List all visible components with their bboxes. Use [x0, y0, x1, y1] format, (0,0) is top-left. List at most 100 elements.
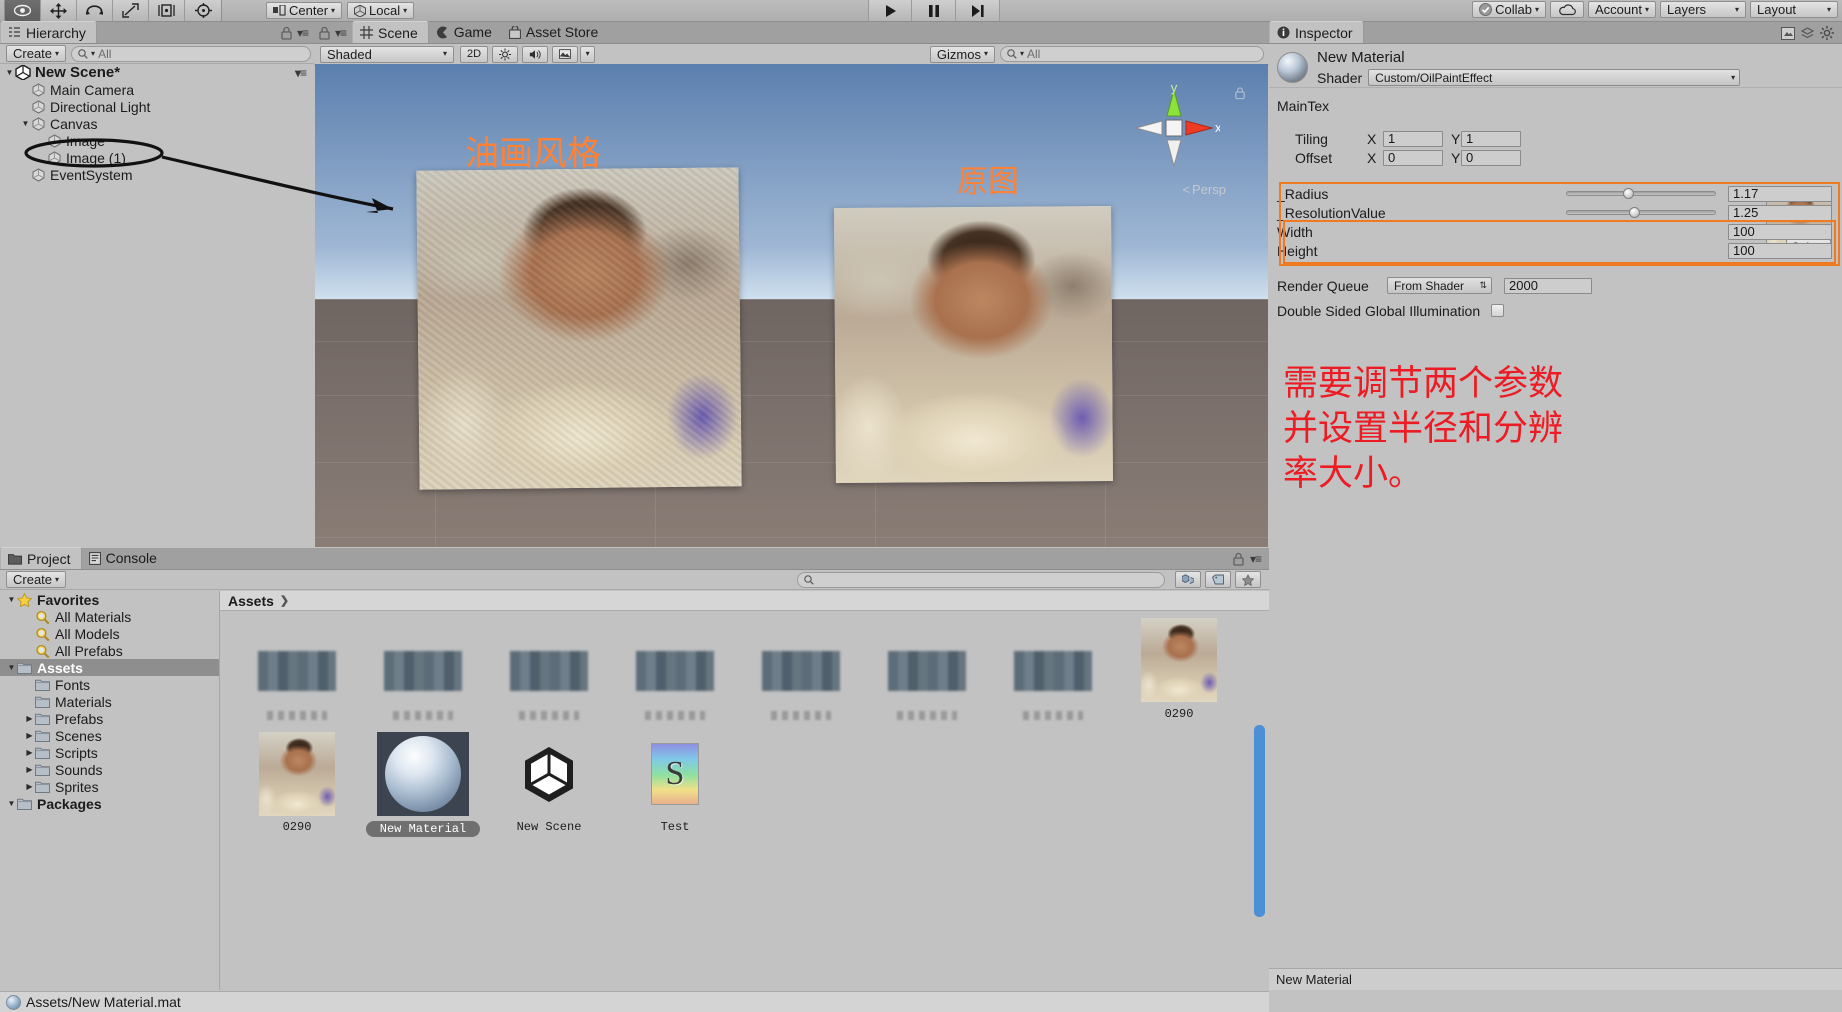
project-filter-type-button[interactable] — [1175, 571, 1201, 588]
asset-item[interactable]: New Material — [364, 731, 482, 840]
hand-tool-button[interactable] — [5, 0, 41, 21]
project-tree-item-all-materials[interactable]: All Materials — [0, 608, 219, 625]
tab-console[interactable]: Console — [82, 547, 167, 569]
play-button[interactable] — [868, 0, 912, 21]
scale-tool-button[interactable] — [113, 0, 149, 21]
gizmo-lock-icon[interactable] — [1234, 86, 1246, 100]
render-queue-value-field[interactable]: 2000 — [1504, 277, 1592, 294]
hierarchy-create-button[interactable]: Create ▾ — [6, 45, 67, 62]
hierarchy-item-canvas[interactable]: ▼ Canvas — [0, 115, 314, 132]
chevron-down-icon[interactable]: ▼ — [4, 68, 15, 77]
tab-asset-store[interactable]: Asset Store — [502, 21, 608, 43]
project-favorite-button[interactable] — [1235, 571, 1261, 588]
gear-icon[interactable] — [1820, 26, 1834, 40]
hierarchy-item-main-camera[interactable]: Main Camera — [0, 81, 314, 98]
rect-tool-button[interactable] — [149, 0, 185, 21]
project-tree-item-scenes[interactable]: ▶ Scenes — [0, 727, 219, 744]
pause-button[interactable] — [912, 0, 956, 21]
offset-x-field[interactable]: 0 — [1383, 149, 1443, 166]
preset-icon[interactable] — [1781, 26, 1795, 40]
scene-image-oilpaint[interactable] — [416, 167, 742, 490]
shader-prop-slider[interactable] — [1566, 206, 1716, 220]
step-button[interactable] — [956, 0, 1000, 21]
project-tree-item-packages[interactable]: ▼ Packages — [0, 795, 219, 812]
chevron-down-icon[interactable]: ▼ — [20, 119, 31, 128]
asset-item[interactable] — [364, 617, 482, 720]
scene-viewport[interactable]: 油画风格 原图 y x < Persp — [315, 64, 1268, 547]
chevron-icon[interactable]: ▼ — [6, 663, 17, 672]
scene-context-menu-icon[interactable]: ▾≡ — [335, 26, 347, 40]
asset-item[interactable] — [616, 617, 734, 720]
project-search-input[interactable] — [797, 571, 1165, 588]
asset-item[interactable] — [490, 617, 608, 720]
project-tree-item-favorites[interactable]: ▼ Favorites — [0, 591, 219, 608]
layers-small-icon[interactable] — [1801, 26, 1814, 40]
asset-item[interactable]: 0290 — [1120, 617, 1238, 721]
project-tree-item-sounds[interactable]: ▶ Sounds — [0, 761, 219, 778]
lock-icon[interactable] — [1232, 552, 1245, 566]
project-create-button[interactable]: Create ▾ — [6, 571, 67, 588]
scene-image-original[interactable] — [834, 206, 1113, 483]
slider-knob[interactable] — [1623, 188, 1634, 199]
scene-orientation-gizmo[interactable]: y x — [1128, 80, 1222, 174]
project-tree-item-fonts[interactable]: Fonts — [0, 676, 219, 693]
collab-button[interactable]: Collab ▾ — [1472, 1, 1546, 18]
asset-item[interactable] — [868, 617, 986, 720]
hierarchy-item-image-1[interactable]: Image (1) — [0, 149, 314, 166]
rotate-tool-button[interactable] — [77, 0, 113, 21]
shader-prop-field[interactable]: 1.17 — [1728, 185, 1832, 202]
pivot-mode-button[interactable]: Center ▾ — [266, 2, 343, 19]
chevron-icon[interactable]: ▶ — [24, 748, 35, 757]
asset-item[interactable]: 0290 — [238, 731, 356, 834]
layout-button[interactable]: Layout ▾ — [1750, 1, 1838, 18]
chevron-icon[interactable]: ▼ — [6, 595, 17, 604]
offset-y-field[interactable]: 0 — [1461, 149, 1521, 166]
tiling-y-field[interactable]: 1 — [1461, 130, 1521, 147]
asset-grid-scrollbar[interactable] — [1254, 725, 1265, 917]
chevron-icon[interactable]: ▶ — [24, 731, 35, 740]
hierarchy-context-menu-icon[interactable]: ▾≡ — [297, 26, 309, 40]
project-context-menu-icon[interactable]: ▾≡ — [1250, 552, 1262, 566]
handle-space-button[interactable]: Local ▾ — [347, 2, 415, 19]
chevron-icon[interactable]: ▶ — [24, 765, 35, 774]
account-button[interactable]: Account ▾ — [1588, 1, 1656, 18]
project-tree-item-scripts[interactable]: ▶ Scripts — [0, 744, 219, 761]
chevron-icon[interactable]: ▶ — [24, 782, 35, 791]
scene-fx-dropdown[interactable]: ▾ — [580, 45, 596, 63]
lock-icon[interactable] — [280, 26, 293, 40]
hierarchy-item-image[interactable]: Image — [0, 132, 314, 149]
scene-search-input[interactable]: ▾ All — [1000, 46, 1264, 62]
tab-project[interactable]: Project — [0, 547, 82, 569]
shader-prop-field[interactable]: 100 — [1728, 242, 1832, 259]
asset-item[interactable]: New Scene — [490, 731, 608, 834]
hierarchy-item-directional-light[interactable]: Directional Light — [0, 98, 314, 115]
tab-game[interactable]: Game — [429, 21, 502, 43]
chevron-icon[interactable]: ▶ — [24, 714, 35, 723]
dsgi-checkbox[interactable] — [1491, 304, 1504, 317]
scene-audio-toggle[interactable] — [522, 45, 549, 63]
hierarchy-search-input[interactable]: ▾ All — [71, 45, 312, 62]
tab-inspector[interactable]: Inspector — [1269, 21, 1364, 43]
asset-item[interactable] — [742, 617, 860, 720]
scene-lighting-toggle[interactable] — [492, 45, 519, 63]
project-tree-item-prefabs[interactable]: ▶ Prefabs — [0, 710, 219, 727]
project-tree-item-assets[interactable]: ▼ Assets — [0, 659, 219, 676]
cloud-button[interactable] — [1550, 1, 1584, 18]
transform-tool-button[interactable] — [185, 0, 221, 21]
project-tree-item-materials[interactable]: Materials — [0, 693, 219, 710]
project-tree-item-sprites[interactable]: ▶ Sprites — [0, 778, 219, 795]
slider-knob[interactable] — [1629, 207, 1640, 218]
project-filter-label-button[interactable] — [1205, 571, 1231, 588]
hierarchy-item-eventsystem[interactable]: EventSystem — [0, 166, 314, 183]
shading-mode-dropdown[interactable]: Shaded ▾ — [320, 45, 454, 63]
project-tree-item-all-prefabs[interactable]: All Prefabs — [0, 642, 219, 659]
asset-item[interactable] — [238, 617, 356, 720]
render-queue-dropdown[interactable]: From Shader ⇅ — [1387, 277, 1492, 294]
scene-projection-label[interactable]: < Persp — [1182, 182, 1226, 197]
lock-icon[interactable] — [318, 26, 331, 40]
gizmos-dropdown[interactable]: Gizmos ▾ — [929, 45, 995, 63]
shader-prop-slider[interactable] — [1566, 187, 1716, 201]
toggle-2d-button[interactable]: 2D — [460, 45, 489, 63]
scene-options-icon[interactable]: ▾≡ — [295, 66, 314, 80]
scene-fx-button[interactable] — [552, 45, 579, 63]
